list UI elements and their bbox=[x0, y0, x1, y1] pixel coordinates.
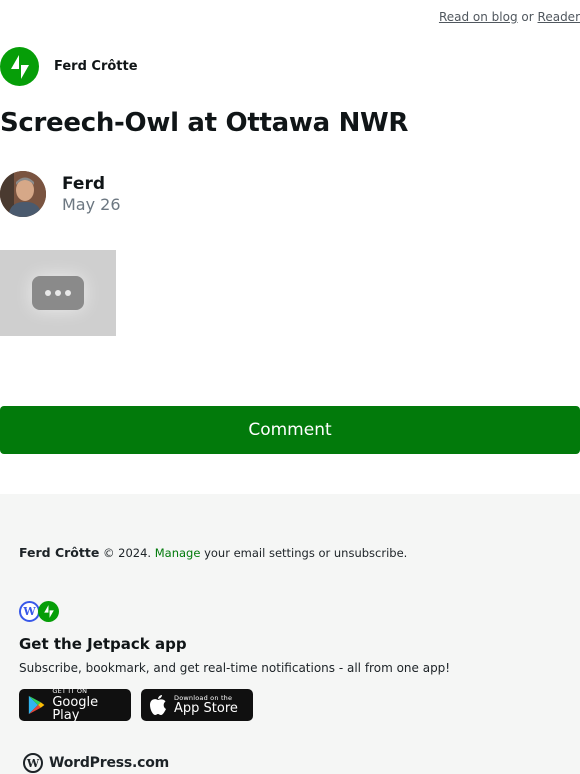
post-date: May 26 bbox=[62, 194, 121, 214]
or-text: or bbox=[521, 10, 534, 24]
footer: Ferd Crôtte © 2024. Manage your email se… bbox=[0, 494, 580, 774]
google-play-big: Google Play bbox=[52, 694, 99, 723]
jetpack-bolt-icon[interactable] bbox=[0, 47, 39, 86]
wordpress-com-label: WordPress.com bbox=[49, 755, 170, 771]
reader-link[interactable]: Reader bbox=[538, 10, 580, 24]
copyright-text: © 2024. bbox=[103, 546, 152, 560]
top-links: Read on blog or Reader bbox=[439, 10, 580, 24]
blog-header: Ferd Crôtte bbox=[0, 47, 138, 86]
apple-icon bbox=[150, 695, 166, 715]
author-block: Ferd May 26 bbox=[0, 171, 121, 217]
video-ellipsis-icon bbox=[32, 276, 84, 310]
app-title: Get the Jetpack app bbox=[19, 635, 187, 653]
wordpress-icon: W bbox=[19, 601, 40, 622]
app-icons: W bbox=[19, 601, 59, 622]
copyright-line: Ferd Crôtte © 2024. Manage your email se… bbox=[19, 545, 407, 560]
blog-name[interactable]: Ferd Crôtte bbox=[54, 59, 138, 74]
video-thumbnail[interactable] bbox=[0, 250, 116, 336]
footer-owner: Ferd Crôtte bbox=[19, 545, 100, 560]
manage-rest-text: your email settings or unsubscribe. bbox=[204, 546, 408, 560]
post-title[interactable]: Screech-Owl at Ottawa NWR bbox=[0, 108, 408, 138]
author-name: Ferd bbox=[62, 173, 106, 194]
app-store-big: App Store bbox=[174, 701, 238, 717]
read-on-blog-link[interactable]: Read on blog bbox=[439, 10, 518, 24]
comment-button[interactable]: Comment bbox=[0, 406, 580, 454]
avatar bbox=[0, 171, 46, 217]
wordpress-com-footer[interactable]: W WordPress.com bbox=[23, 753, 169, 773]
wordpress-logo-icon: W bbox=[23, 753, 43, 773]
google-play-icon bbox=[28, 695, 45, 715]
app-subtitle: Subscribe, bookmark, and get real-time n… bbox=[19, 661, 451, 675]
app-store-badge[interactable]: Download on the App Store bbox=[141, 689, 253, 721]
manage-link[interactable]: Manage bbox=[155, 546, 201, 560]
google-play-badge[interactable]: GET IT ON Google Play bbox=[19, 687, 131, 723]
google-play-small: GET IT ON bbox=[52, 687, 88, 696]
jetpack-bolt-icon bbox=[38, 601, 59, 622]
